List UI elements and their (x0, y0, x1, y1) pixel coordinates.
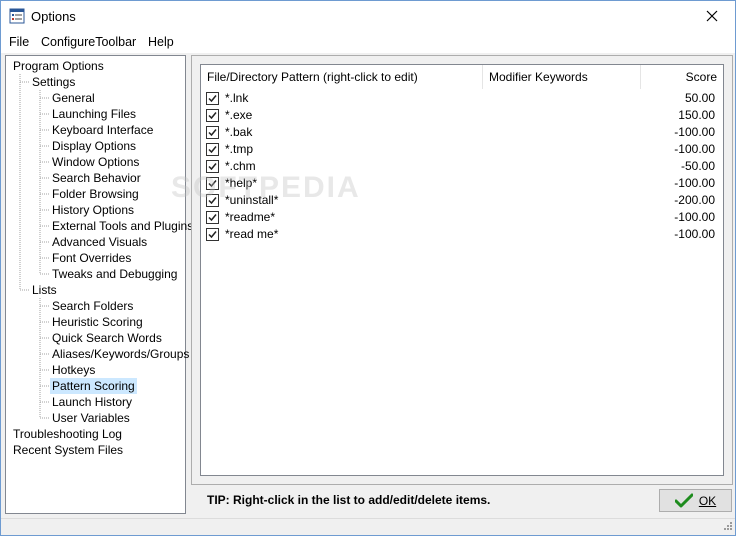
checkbox-check-icon (208, 129, 217, 137)
column-header-modifier[interactable]: Modifier Keywords (483, 65, 641, 89)
row-pattern: *.chm (225, 159, 256, 173)
tree-item-font-overrides[interactable]: Font Overrides (50, 250, 133, 266)
row-pattern: *read me* (225, 227, 279, 241)
tree-item-troubleshooting-log[interactable]: Troubleshooting Log (11, 426, 124, 442)
row-score: -100.00 (674, 176, 715, 190)
tree-item-folder-browsing[interactable]: Folder Browsing (50, 186, 141, 202)
status-bar (1, 518, 735, 535)
checkbox-check-icon (208, 112, 217, 120)
tree-item-history-options[interactable]: History Options (50, 202, 136, 218)
tree-item-keyboard-interface[interactable]: Keyboard Interface (50, 122, 155, 138)
tip-text: TIP: Right-click in the list to add/edit… (207, 493, 491, 507)
list-row[interactable]: *read me* -100.00 (201, 226, 723, 243)
ok-button[interactable]: OK (659, 489, 732, 512)
checkbox-check-icon (208, 180, 217, 188)
tree-item-program-options[interactable]: Program Options (11, 58, 106, 74)
tree-item-pattern-scoring[interactable]: Pattern Scoring (50, 378, 137, 394)
row-score: -100.00 (674, 227, 715, 241)
list-row[interactable]: *.lnk 50.00 (201, 90, 723, 107)
row-checkbox[interactable] (206, 228, 219, 241)
tree-item-user-variables[interactable]: User Variables (50, 410, 132, 426)
row-pattern: *.exe (225, 108, 253, 122)
list-row[interactable]: *help* -100.00 (201, 175, 723, 192)
row-score: -200.00 (674, 193, 715, 207)
row-score: -100.00 (674, 125, 715, 139)
list-row[interactable]: *.exe 150.00 (201, 107, 723, 124)
tree-item-launch-history[interactable]: Launch History (50, 394, 134, 410)
row-pattern: *.lnk (225, 91, 249, 105)
pattern-list[interactable]: File/Directory Pattern (right-click to e… (200, 64, 724, 476)
checkbox-check-icon (208, 197, 217, 205)
checkbox-check-icon (208, 146, 217, 154)
list-header: File/Directory Pattern (right-click to e… (201, 65, 723, 89)
tree-item-tweaks-debugging[interactable]: Tweaks and Debugging (50, 266, 179, 282)
row-checkbox[interactable] (206, 126, 219, 139)
row-pattern: *.bak (225, 125, 253, 139)
row-checkbox[interactable] (206, 92, 219, 105)
row-score: -100.00 (674, 142, 715, 156)
checkbox-check-icon (208, 214, 217, 222)
row-pattern: *help* (225, 176, 258, 190)
row-checkbox[interactable] (206, 109, 219, 122)
menu-help[interactable]: Help (148, 35, 174, 49)
row-checkbox[interactable] (206, 160, 219, 173)
tree-item-external-tools[interactable]: External Tools and Plugins (50, 218, 195, 234)
tree-item-recent-system-files[interactable]: Recent System Files (11, 442, 125, 458)
tree-item-window-options[interactable]: Window Options (50, 154, 141, 170)
menu-file[interactable]: File (9, 35, 29, 49)
list-row[interactable]: *uninstall* -200.00 (201, 192, 723, 209)
checkmark-icon (674, 493, 693, 507)
checkbox-check-icon (208, 231, 217, 239)
checkbox-check-icon (208, 163, 217, 171)
row-score: -100.00 (674, 210, 715, 224)
tree-item-lists[interactable]: Lists (30, 282, 59, 298)
column-header-pattern[interactable]: File/Directory Pattern (right-click to e… (201, 65, 483, 89)
menu-configure-toolbar[interactable]: ConfigureToolbar (41, 35, 136, 49)
tree-item-launching-files[interactable]: Launching Files (50, 106, 138, 122)
tree-item-heuristic-scoring[interactable]: Heuristic Scoring (50, 314, 145, 330)
row-pattern: *readme* (225, 210, 276, 224)
column-header-score[interactable]: Score (641, 65, 723, 89)
title-bar: Options (1, 1, 735, 31)
row-pattern: *uninstall* (225, 193, 279, 207)
options-window: Options File ConfigureToolbar Help Progr… (0, 0, 736, 536)
checkbox-check-icon (208, 95, 217, 103)
row-checkbox[interactable] (206, 143, 219, 156)
tree-item-settings[interactable]: Settings (30, 74, 77, 90)
tree-item-advanced-visuals[interactable]: Advanced Visuals (50, 234, 149, 250)
row-score: 50.00 (684, 91, 715, 105)
row-checkbox[interactable] (206, 211, 219, 224)
tree-item-aliases-keywords-groups[interactable]: Aliases/Keywords/Groups (50, 346, 191, 362)
close-icon (706, 10, 718, 22)
tree-item-search-behavior[interactable]: Search Behavior (50, 170, 143, 186)
row-score: 150.00 (678, 108, 715, 122)
tree-item-general[interactable]: General (50, 90, 97, 106)
row-checkbox[interactable] (206, 177, 219, 190)
resize-grip-icon[interactable] (721, 521, 733, 533)
list-row[interactable]: *.tmp -100.00 (201, 141, 723, 158)
ok-button-label: OK (698, 493, 717, 508)
tree-item-hotkeys[interactable]: Hotkeys (50, 362, 97, 378)
row-checkbox[interactable] (206, 194, 219, 207)
list-row[interactable]: *.bak -100.00 (201, 124, 723, 141)
close-button[interactable] (689, 1, 735, 31)
options-tree: Program Options Settings General Launchi… (5, 55, 193, 514)
options-app-icon (9, 8, 25, 24)
list-row[interactable]: *.chm -50.00 (201, 158, 723, 175)
tree-item-display-options[interactable]: Display Options (50, 138, 138, 154)
tree-item-search-folders[interactable]: Search Folders (50, 298, 135, 314)
tree-item-quick-search-words[interactable]: Quick Search Words (50, 330, 164, 346)
list-row[interactable]: *readme* -100.00 (201, 209, 723, 226)
window-title: Options (31, 9, 76, 24)
menu-bar: File ConfigureToolbar Help (1, 31, 735, 53)
row-score: -50.00 (680, 159, 715, 173)
row-pattern: *.tmp (225, 142, 254, 156)
